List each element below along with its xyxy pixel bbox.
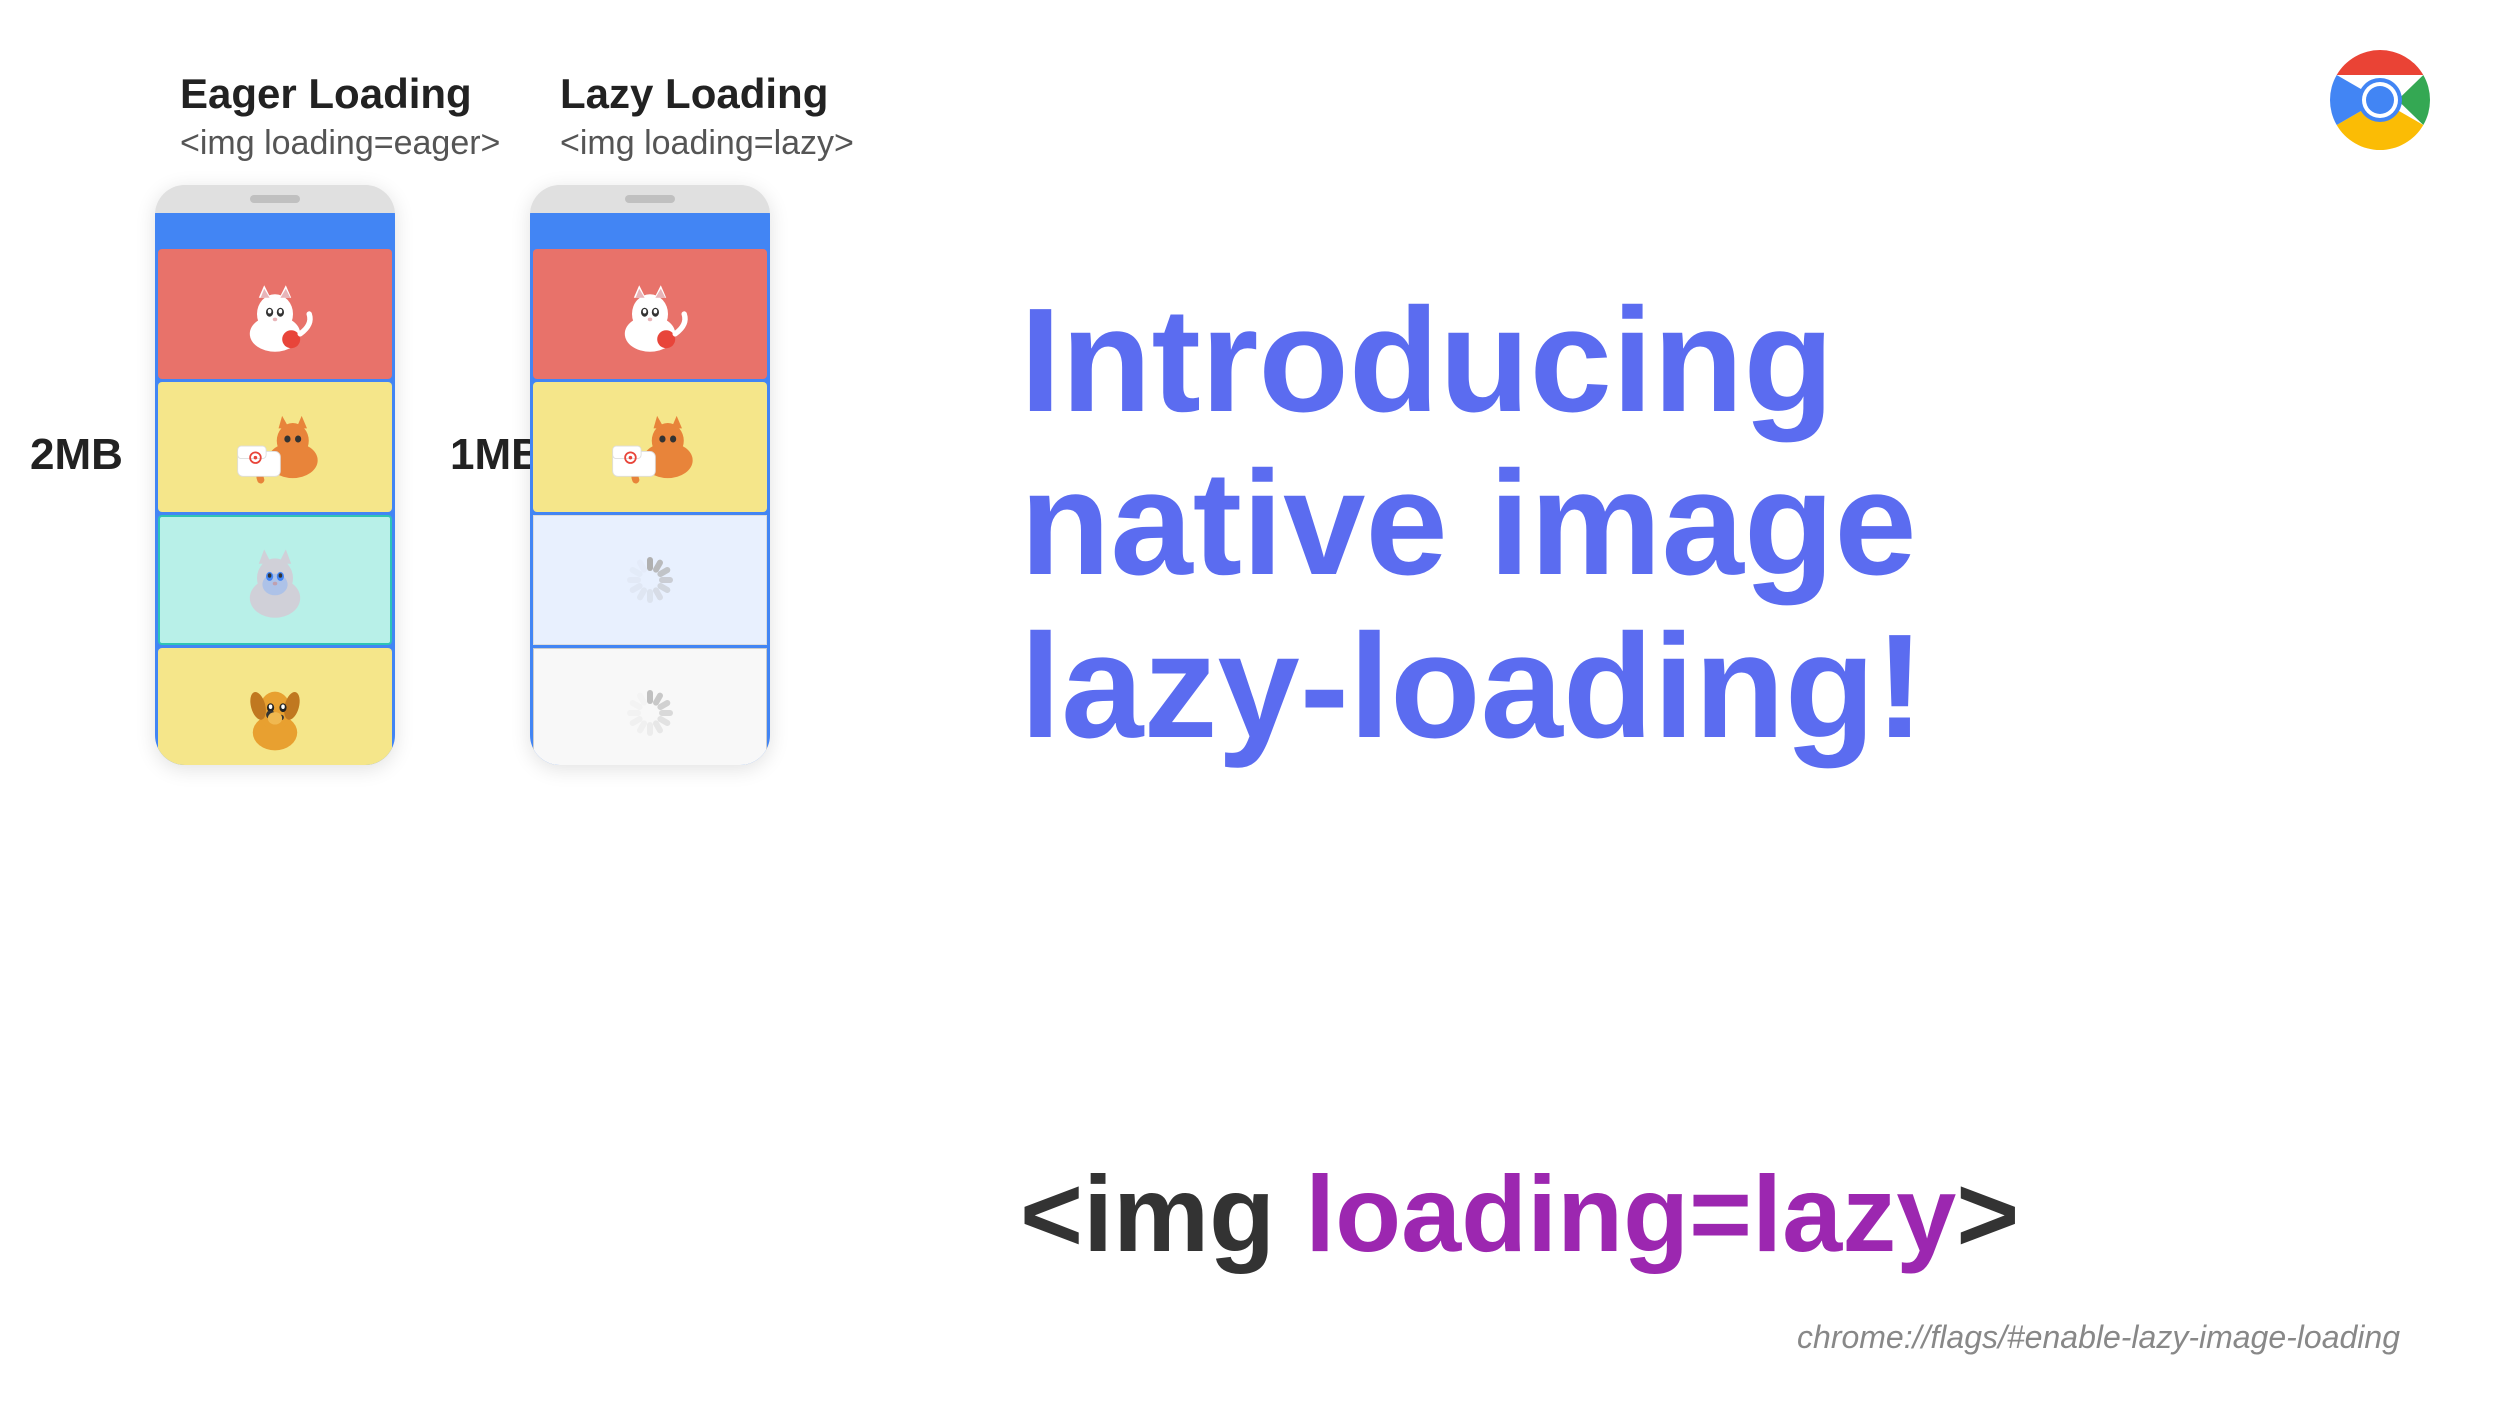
code-loading-attr: loading=lazy — [1305, 1153, 1956, 1274]
lazy-spinner-2 — [533, 648, 767, 765]
intro-line1: Introducing — [1020, 280, 2340, 443]
intro-line2: native image — [1020, 443, 2340, 606]
code-close-tag: > — [1956, 1153, 2019, 1274]
flag-url: chrome://flags/#enable-lazy-image-loadin… — [1797, 1319, 2400, 1356]
phone-header-eager — [155, 213, 395, 249]
lazy-loading-title: Lazy Loading — [560, 70, 854, 118]
eager-tile-3 — [158, 515, 392, 645]
lazy-tile-2 — [533, 382, 767, 512]
eager-loading-section: Eager Loading <img loading=eager> — [180, 70, 500, 163]
eager-loading-title: Eager Loading — [180, 70, 500, 118]
eager-tile-4 — [158, 648, 392, 765]
eager-loading-code: <img loading=eager> — [180, 124, 500, 163]
phone-speaker-eager — [250, 195, 300, 203]
intro-text-block: Introducing native image lazy-loading! — [1020, 280, 2340, 768]
lazy-tile-1 — [533, 249, 767, 379]
eager-size-label: 2MB — [30, 430, 123, 480]
chrome-logo — [2320, 40, 2440, 160]
phone-content-eager — [155, 249, 395, 765]
lazy-loading-section: Lazy Loading <img loading=lazy> — [560, 70, 854, 163]
lazy-loading-code: <img loading=lazy> — [560, 124, 854, 163]
phone-header-lazy — [530, 213, 770, 249]
lazy-spinner-1 — [533, 515, 767, 645]
phone-top-lazy — [530, 185, 770, 213]
eager-tile-1 — [158, 249, 392, 379]
phone-speaker-lazy — [625, 195, 675, 203]
lazy-size-label: 1MB — [450, 430, 543, 480]
intro-line3: lazy-loading! — [1020, 606, 2340, 769]
code-line: <img loading=lazy> — [1020, 1151, 2019, 1276]
eager-tile-2 — [158, 382, 392, 512]
phone-content-lazy — [530, 249, 770, 765]
lazy-phone — [530, 185, 770, 765]
eager-phone — [155, 185, 395, 765]
phone-top-eager — [155, 185, 395, 213]
code-img-tag: <img — [1020, 1153, 1305, 1274]
